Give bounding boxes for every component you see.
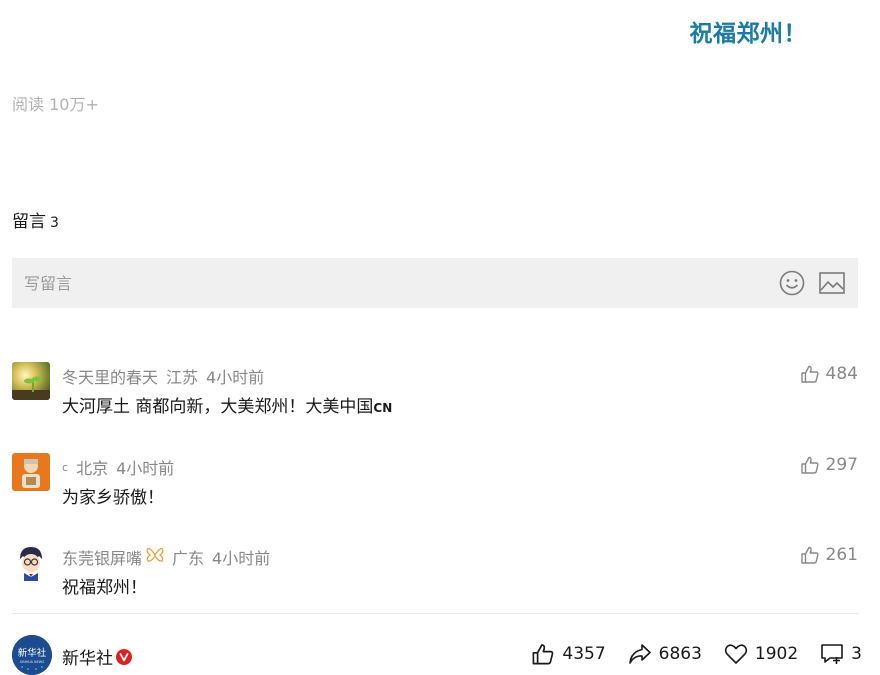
cartoon-avatar[interactable] <box>12 453 50 491</box>
butterfly-icon <box>146 547 164 567</box>
thumbs-up-icon <box>800 546 819 564</box>
account-name-row[interactable]: 新华社 <box>62 644 132 669</box>
comment-item: ⅽ 北京 4小时前 为家乡骄傲！ 297 <box>12 453 858 513</box>
comment-text: 祝福郑州！ <box>62 578 147 598</box>
sunlight-sprout-avatar[interactable] <box>12 362 50 400</box>
comment-location: 广东 <box>172 549 205 568</box>
thumbs-up-icon <box>800 456 819 474</box>
share-count: 6863 <box>658 644 702 664</box>
comment-meta: 东莞银屏嘴 广东 4小时前 <box>62 545 278 569</box>
account-name[interactable]: 新华社 <box>62 644 113 669</box>
comment-like-count: 261 <box>825 545 858 565</box>
share-icon <box>628 644 651 664</box>
write-comment-box[interactable] <box>12 258 858 308</box>
comment-icon <box>821 644 843 664</box>
comment-button[interactable]: 3 <box>820 643 862 665</box>
like-button[interactable]: 4357 <box>531 642 606 666</box>
comment-like-count: 484 <box>825 364 858 384</box>
footer-actions: 4357 6863 1902 3 <box>509 642 862 666</box>
logo-subtext: XINHUA NEWS <box>20 660 44 664</box>
comment-item: 冬天里的春天 江苏 4小时前 大河厚土 商都向新，大美郑州！大美中国CN 484 <box>12 362 858 422</box>
read-count: 阅读 10万+ <box>12 95 99 114</box>
xinhua-logo[interactable]: 新华社 XINHUA NEWS <box>12 635 52 675</box>
comment-user-name[interactable]: 冬天里的春天 <box>62 364 158 388</box>
comment-text-body: 大河厚土 商都向新，大美郑州！大美中国 <box>62 397 374 417</box>
article-footer-bar: 新华社 XINHUA NEWS 新华社 4357 6863 1902 3 <box>12 634 862 675</box>
footer-divider <box>12 613 858 614</box>
comment-count: 3 <box>851 644 862 664</box>
comment-user-name[interactable]: 东莞银屏嘴 <box>62 545 142 569</box>
comment-location: 江苏 <box>166 368 199 387</box>
verified-badge-icon <box>116 648 132 665</box>
comment-like-button[interactable]: 261 <box>800 545 858 565</box>
comments-title-label: 留言 <box>12 212 46 232</box>
favorite-button[interactable]: 1902 <box>724 643 798 665</box>
article-closing-headline: 祝福郑州！ <box>689 21 807 47</box>
comment-like-button[interactable]: 297 <box>800 455 858 475</box>
comment-time: 4小时前 <box>212 549 271 568</box>
thumbs-up-icon <box>800 365 819 383</box>
image-icon[interactable] <box>818 269 846 297</box>
cn-suffix: CN <box>373 401 393 415</box>
emoji-icon[interactable] <box>778 269 806 297</box>
comment-text: 大河厚土 商都向新，大美郑州！大美中国CN <box>62 392 392 417</box>
comment-meta: ⅽ 北京 4小时前 <box>62 455 182 479</box>
thumbs-up-icon <box>532 644 554 665</box>
favorite-count: 1902 <box>754 644 799 664</box>
comments-section-title: 留言 3 <box>12 207 59 232</box>
comment-like-count: 297 <box>825 455 858 475</box>
heart-icon <box>724 644 748 664</box>
share-button[interactable]: 6863 <box>628 643 702 665</box>
logo-text: 新华社 <box>18 647 47 659</box>
comment-user-name[interactable]: ⅽ <box>62 461 68 474</box>
comment-location: 北京 <box>76 459 109 478</box>
comments-count: 3 <box>50 215 59 231</box>
comment-like-button[interactable]: 484 <box>800 364 858 384</box>
comment-time: 4小时前 <box>116 459 175 478</box>
comment-time: 4小时前 <box>206 368 265 387</box>
comment-meta: 冬天里的春天 江苏 4小时前 <box>62 364 272 388</box>
comment-input[interactable] <box>24 273 766 293</box>
detective-conan-avatar[interactable] <box>12 543 50 581</box>
comment-item: 东莞银屏嘴 广东 4小时前 祝福郑州！ 261 <box>12 543 858 603</box>
comment-text: 为家乡骄傲！ <box>62 488 164 508</box>
like-count: 4357 <box>562 644 606 664</box>
